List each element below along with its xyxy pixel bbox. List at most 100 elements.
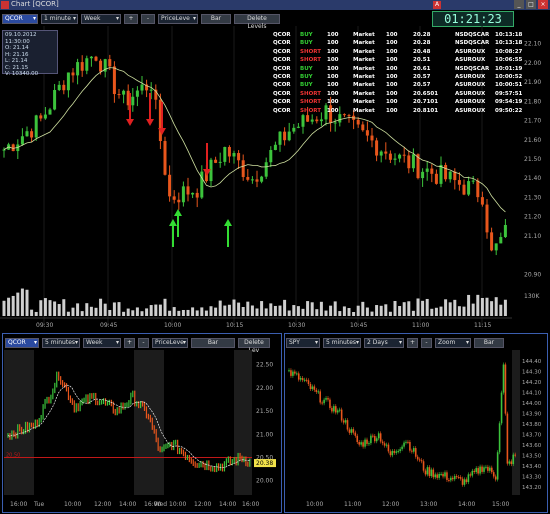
candle-body xyxy=(80,62,84,71)
volume-bar xyxy=(39,300,43,316)
candle-body xyxy=(370,435,372,444)
candle-body xyxy=(186,186,190,195)
candle-body xyxy=(395,451,398,453)
candle-body xyxy=(290,370,292,376)
trade-price: 20.8101 xyxy=(413,107,439,114)
range-select[interactable]: Week xyxy=(81,13,121,24)
candle-body xyxy=(329,399,331,408)
volume-bar xyxy=(356,305,360,316)
trade-q2: 100 xyxy=(386,82,398,89)
trade-qty: 100 xyxy=(327,82,339,89)
candle-body xyxy=(292,371,294,376)
close-icon[interactable]: × xyxy=(538,0,548,9)
price-levels-select[interactable]: PriceLeve xyxy=(158,13,198,24)
volume-bar xyxy=(448,302,452,316)
br-interval-select[interactable]: 5 minutes xyxy=(323,337,361,348)
candle-body xyxy=(323,399,325,404)
trade-qty: 100 xyxy=(327,73,339,80)
y-tick-label: 22.10 xyxy=(524,41,541,48)
volume-bar xyxy=(347,308,351,316)
volume-bar xyxy=(503,299,507,316)
candle-body xyxy=(414,448,417,457)
candle-body xyxy=(269,150,273,163)
zoom-out-button[interactable]: - xyxy=(141,13,155,24)
bl-zoom-in-button[interactable]: + xyxy=(124,337,135,348)
br-range-select[interactable]: 2 Days xyxy=(364,337,404,348)
trade-type: Market xyxy=(353,107,375,114)
bl-range-select[interactable]: Week xyxy=(83,337,121,348)
volume-bar xyxy=(370,311,374,316)
short-arrow-head xyxy=(146,119,154,126)
trade-route: ASUROUX xyxy=(455,99,486,106)
volume-bar xyxy=(76,303,80,316)
candle-body xyxy=(425,168,429,172)
bl-delete-levels-button[interactable]: Delete Lev xyxy=(238,337,270,354)
candle-body xyxy=(411,154,415,169)
y-tick-label: 21.30 xyxy=(524,194,541,201)
trade-sym: QCOR xyxy=(273,48,291,55)
br-zoom-select[interactable]: Zoom xyxy=(435,337,471,348)
y-tick-label: 21.70 xyxy=(524,118,541,125)
candle-body xyxy=(246,177,250,180)
candle-body xyxy=(294,371,296,374)
trade-side: BUY xyxy=(300,32,313,38)
maximize-icon[interactable]: □ xyxy=(526,0,536,9)
alert-icon[interactable]: A xyxy=(433,1,441,9)
volume-bar xyxy=(315,309,319,316)
volume-bar xyxy=(292,305,296,316)
symbol-select[interactable]: QCOR xyxy=(2,13,38,24)
candle-body xyxy=(430,168,434,174)
br-zoom-out-button[interactable]: - xyxy=(421,337,432,348)
br-price-chart[interactable]: 144.40 144.30 144.20 144.10 144.00 143.90 143.… xyxy=(286,350,546,510)
candle-body xyxy=(388,153,392,160)
bl-price-chart[interactable]: 22.5022.0021.5021.0020.5020.0020.3820.50… xyxy=(4,350,280,510)
volume-bar xyxy=(2,300,6,316)
candle-body xyxy=(457,476,460,478)
bl-price-levels-select[interactable]: PriceLeve xyxy=(152,337,188,348)
volume-bar xyxy=(375,305,379,316)
ohlc-tooltip: 09.10.2012 11:30:00 O: 21.14 H: 21.16 L:… xyxy=(2,30,58,77)
br-bar-style-button[interactable]: Bar xyxy=(474,337,504,348)
bar-style-button[interactable]: Bar xyxy=(201,13,231,24)
bl-zoom-out-button[interactable]: - xyxy=(138,337,149,348)
bl-bar-style-button[interactable]: Bar xyxy=(191,337,235,348)
y-tick-label: 21.10 xyxy=(524,233,541,240)
br-zoom-in-button[interactable]: + xyxy=(407,337,418,348)
volume-bar xyxy=(80,311,84,316)
interval-select[interactable]: 1 minute xyxy=(41,13,78,24)
trade-qty: 100 xyxy=(327,65,339,72)
y-tick-label: 21.20 xyxy=(524,214,541,221)
trade-row: QCOR SHORT 100 Market 100 20.48 ASUROUX 10:08:2… xyxy=(273,49,523,57)
candle-body xyxy=(473,470,476,473)
zoom-in-button[interactable]: + xyxy=(124,13,138,24)
candle-body xyxy=(459,477,462,479)
trade-side: SHORT xyxy=(300,57,321,64)
bl-symbol-select[interactable]: QCOR xyxy=(5,337,39,348)
y-tick-label: 144.20 xyxy=(522,380,542,386)
volume-bar xyxy=(191,307,195,316)
br-symbol-select[interactable]: SPY xyxy=(286,337,320,348)
trade-sym: QCOR xyxy=(273,90,291,97)
volume-bar xyxy=(480,297,484,316)
volume-bar xyxy=(103,303,107,316)
trade-type: Market xyxy=(353,57,375,64)
candle-body xyxy=(438,473,440,478)
trade-q2: 100 xyxy=(386,65,398,72)
trade-q2: 100 xyxy=(386,107,398,114)
y-tick-label: 143.30 xyxy=(522,474,542,480)
volume-bar xyxy=(494,297,498,316)
minimize-icon[interactable]: _ xyxy=(514,0,524,9)
volume-bar xyxy=(246,301,250,316)
x-tick-label: 12:00 xyxy=(382,501,399,508)
trade-type: Market xyxy=(353,82,375,89)
volume-bar xyxy=(287,310,291,316)
volume-bar xyxy=(126,308,130,316)
x-tick-label: 10:00 xyxy=(164,322,181,329)
candle-body xyxy=(502,364,505,393)
level-tag: 20.50 xyxy=(6,453,20,459)
bl-interval-select[interactable]: 5 minutes xyxy=(42,337,80,348)
candle-body xyxy=(297,373,300,380)
delete-levels-button[interactable]: Delete Levels xyxy=(234,13,280,30)
candle-body xyxy=(494,243,498,251)
candle-body xyxy=(375,140,379,156)
